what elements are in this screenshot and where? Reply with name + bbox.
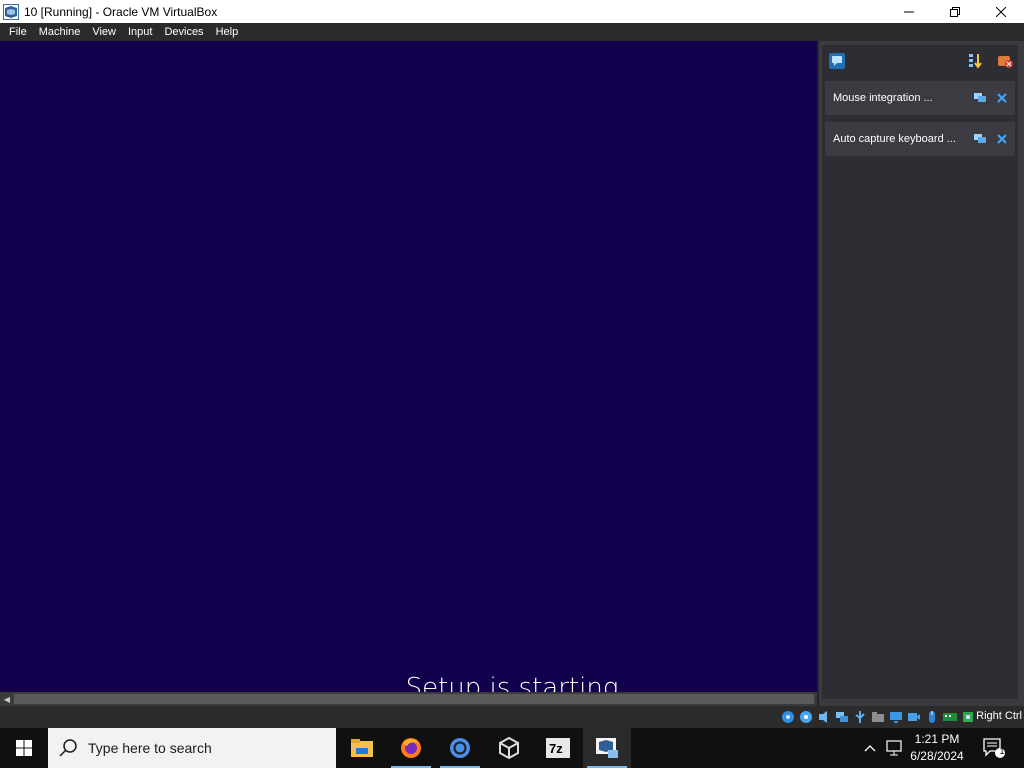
virtualbox-app-icon — [3, 3, 19, 20]
menu-machine[interactable]: Machine — [33, 23, 87, 41]
notification-toolbar — [822, 45, 1018, 77]
close-button[interactable] — [978, 0, 1024, 23]
vm-display[interactable]: Setup is starting — [0, 41, 817, 692]
network-icon[interactable] — [834, 709, 850, 725]
notification-close-button[interactable] — [993, 89, 1011, 107]
close-icon — [997, 93, 1007, 103]
taskbar-virtualbox-vm[interactable] — [583, 728, 631, 768]
scroll-left-arrow-icon[interactable]: ◀ — [0, 692, 14, 706]
info-chat-icon — [974, 93, 986, 102]
chrome-icon — [450, 738, 470, 758]
notification-item[interactable]: Auto capture keyboard ... — [825, 122, 1015, 156]
menu-file[interactable]: File — [3, 23, 33, 41]
menu-view[interactable]: View — [86, 23, 122, 41]
windows-taskbar: Type here to search 7z 1:21 PM 6/28/2024… — [0, 728, 1024, 768]
hard-disk-icon[interactable] — [780, 709, 796, 725]
taskbar-search-box[interactable]: Type here to search — [48, 728, 336, 768]
sort-icon — [969, 54, 982, 69]
minimize-icon — [904, 11, 914, 12]
virtualbox-vm-icon — [596, 738, 618, 758]
virtualbox-icon — [499, 736, 519, 760]
shared-folders-icon[interactable] — [870, 709, 886, 725]
taskbar-firefox[interactable] — [387, 728, 435, 768]
notification-close-button[interactable] — [993, 130, 1011, 148]
horizontal-scrollbar[interactable]: ◀ — [0, 692, 817, 706]
window-titlebar[interactable]: 10 [Running] - Oracle VM VirtualBox — [0, 0, 1024, 23]
firefox-icon — [401, 738, 421, 758]
notification-center: Mouse integration ... Auto capture keybo… — [817, 41, 1024, 706]
taskbar-chrome[interactable] — [436, 728, 484, 768]
notification-info-button[interactable] — [971, 89, 989, 107]
7zip-label: 7z — [549, 741, 563, 756]
search-placeholder: Type here to search — [88, 740, 212, 756]
notification-info-button[interactable] — [971, 130, 989, 148]
notification-center-toggle-button[interactable] — [826, 50, 848, 72]
taskbar-virtualbox-manager[interactable] — [485, 728, 533, 768]
video-capture-icon[interactable] — [906, 709, 922, 725]
taskbar-7zip[interactable]: 7z — [534, 728, 582, 768]
start-button[interactable] — [0, 728, 48, 768]
vm-status-bar: Right Ctrl — [0, 706, 1024, 728]
minimize-button[interactable] — [886, 0, 932, 23]
audio-icon[interactable] — [816, 709, 832, 725]
7zip-icon: 7z — [546, 738, 570, 758]
menu-input[interactable]: Input — [122, 23, 158, 41]
sort-notifications-button[interactable] — [964, 50, 986, 72]
show-hidden-icons-button[interactable] — [860, 728, 880, 768]
mouse-integration-icon[interactable] — [924, 709, 940, 725]
message-icon — [829, 53, 845, 69]
display-icon[interactable] — [888, 709, 904, 725]
close-icon — [997, 134, 1007, 144]
host-key-label: Right Ctrl — [976, 710, 1022, 722]
keyboard-capture-icon[interactable] — [942, 709, 958, 725]
file-explorer-icon — [351, 739, 373, 757]
status-icons — [778, 709, 976, 725]
clock-time: 1:21 PM — [914, 732, 960, 746]
notification-panel-body: Mouse integration ... Auto capture keybo… — [822, 45, 1018, 699]
menu-help[interactable]: Help — [210, 23, 245, 41]
usb-icon[interactable] — [852, 709, 868, 725]
optical-drive-icon[interactable] — [798, 709, 814, 725]
restore-button[interactable] — [932, 0, 978, 23]
clock-date: 6/28/2024 — [910, 749, 964, 763]
notification-text: Mouse integration ... — [833, 92, 933, 104]
taskbar-clock[interactable]: 1:21 PM 6/28/2024 — [902, 731, 972, 765]
clear-all-icon — [998, 56, 1013, 68]
restore-icon — [950, 6, 960, 17]
search-icon — [59, 739, 77, 757]
window-title: 10 [Running] - Oracle VM VirtualBox — [24, 4, 218, 19]
info-chat-icon — [974, 134, 986, 143]
notification-item[interactable]: Mouse integration ... — [825, 81, 1015, 115]
windows-logo-icon — [16, 740, 32, 756]
menu-bar: File Machine View Input Devices Help — [0, 23, 1024, 41]
clear-notifications-button[interactable] — [994, 50, 1016, 72]
setup-status-message: Setup is starting — [405, 673, 619, 692]
cpu-icon[interactable] — [960, 709, 976, 725]
close-icon — [996, 6, 1006, 17]
menu-devices[interactable]: Devices — [158, 23, 209, 41]
taskbar-file-explorer[interactable] — [338, 728, 386, 768]
window-controls — [886, 0, 1024, 23]
action-center-button[interactable]: 1 — [978, 728, 1010, 768]
chevron-up-icon — [864, 745, 876, 752]
notification-count-badge: 1 — [999, 746, 1005, 756]
scrollbar-thumb[interactable] — [14, 694, 814, 704]
notification-text: Auto capture keyboard ... — [833, 133, 956, 145]
